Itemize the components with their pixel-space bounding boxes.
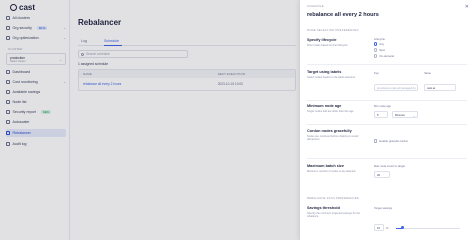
batch-field-label: Max node count to target (374, 164, 405, 168)
radio[interactable] (374, 54, 378, 58)
divider (307, 100, 467, 101)
slider-thumb[interactable] (400, 226, 405, 230)
labels-desc: Select nodes based on the label selector… (307, 76, 356, 79)
batch-input[interactable]: 20 (374, 171, 390, 178)
radio-selected[interactable] (374, 42, 378, 46)
checkbox[interactable] (374, 139, 378, 143)
savings-unit: % (386, 226, 389, 230)
cordon-desc: Nodes are cordoned before draining to av… (307, 135, 359, 142)
min-age-field-label: Min node age (374, 104, 391, 108)
labels-label: Target using labels (307, 70, 342, 74)
close-icon[interactable]: ✕ (465, 4, 469, 10)
lifecycle-desc: Filter nodes based on their lifecycle (307, 44, 348, 47)
lifecycle-option-on-demand[interactable]: On-demand (374, 54, 394, 58)
lifecycle-label: Specify lifecycle (307, 38, 337, 42)
savings-slider[interactable] (396, 226, 460, 230)
value-input[interactable]: cast.ai (424, 84, 456, 91)
min-age-desc: Target nodes that are older than this ag… (307, 110, 354, 113)
batch-label: Maximum batch size (307, 164, 344, 168)
savings-input[interactable]: 10 (374, 224, 384, 231)
option-label: Spot (379, 48, 385, 52)
divider (307, 124, 467, 125)
min-age-label: Minimum node age (307, 104, 342, 108)
schedule-drawer: SCHEDULE ✕ rebalance all every 2 hours N… (300, 0, 474, 240)
savings-label: Savings threshold (307, 206, 340, 210)
divider (307, 158, 467, 159)
savings-desc: Specify the minimum projected savings fo… (307, 212, 361, 219)
option-label: On-demand (379, 54, 394, 58)
node-selection-section-label: NODE SELECTION PREFERENCES (307, 28, 359, 32)
value-label: Value (424, 71, 431, 75)
graceful-cordon-checkbox[interactable]: Enable graceful cordon (374, 139, 408, 143)
key-label: Key (374, 71, 379, 75)
unit-value: Minutes (395, 112, 405, 117)
lifecycle-option-spot[interactable]: Spot (374, 48, 385, 52)
checkbox-label: Enable graceful cordon (379, 139, 409, 143)
drawer-caption: SCHEDULE (307, 4, 324, 8)
savings-field-label: Target savings (374, 206, 393, 210)
lifecycle-group-label: Lifecycle (374, 37, 385, 41)
chevron-down-icon: ⌄ (412, 113, 415, 118)
lifecycle-option-any[interactable]: Any (374, 42, 384, 46)
rebalance-section-label: REBALANCE PLAN PREFERENCES (307, 196, 359, 200)
min-age-input[interactable]: 5 (374, 111, 388, 118)
option-label: Any (379, 42, 385, 46)
cordon-label: Cordon nodes gracefully (307, 129, 352, 133)
divider (307, 64, 467, 65)
batch-desc: Maximum number of nodes to be selected (307, 170, 356, 173)
drawer-title: rebalance all every 2 hours (307, 12, 379, 18)
radio[interactable] (374, 48, 378, 52)
key-input[interactable]: provisioner.cast.ai/managed-by (374, 84, 418, 91)
slider-track (396, 227, 460, 229)
min-age-unit-select[interactable]: Minutes ⌄ (392, 111, 418, 118)
